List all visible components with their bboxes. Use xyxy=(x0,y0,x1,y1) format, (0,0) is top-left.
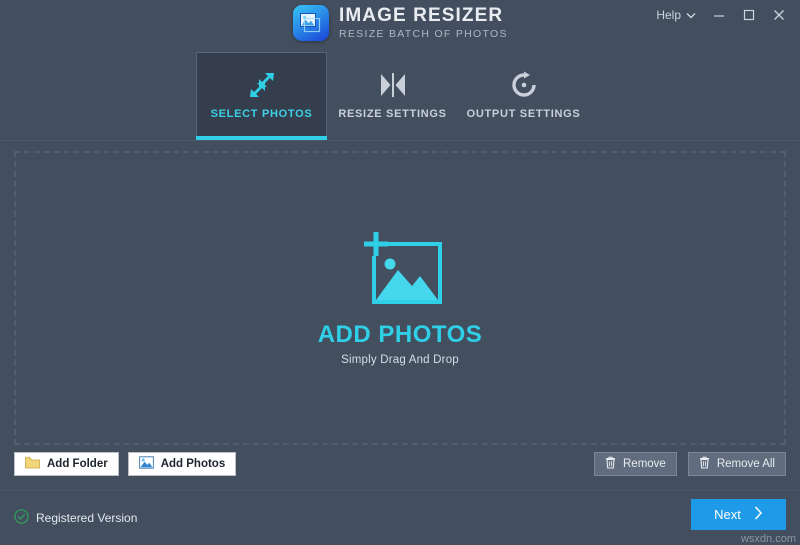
tab-select-photos[interactable]: SELECT PHOTOS xyxy=(196,52,327,137)
remove-all-label: Remove All xyxy=(716,458,775,470)
photo-drop-zone[interactable]: ADD PHOTOS Simply Drag And Drop xyxy=(14,151,786,445)
add-folder-button[interactable]: Add Folder xyxy=(14,452,119,476)
tab-bar: SELECT PHOTOS RESIZE SETTINGS OUTPUT SET… xyxy=(0,52,800,141)
remove-all-button[interactable]: Remove All xyxy=(687,452,786,476)
minimize-icon xyxy=(713,10,725,20)
brand: IMAGE RESIZER RESIZE BATCH OF PHOTOS xyxy=(293,5,508,41)
drop-zone-subtitle: Simply Drag And Drop xyxy=(341,354,459,366)
maximize-icon xyxy=(743,9,755,21)
next-label: Next xyxy=(714,507,741,522)
tab-output-settings[interactable]: OUTPUT SETTINGS xyxy=(458,52,589,138)
window-controls: Help xyxy=(648,0,794,30)
tab-list: SELECT PHOTOS RESIZE SETTINGS OUTPUT SET… xyxy=(196,52,589,138)
help-menu-button[interactable]: Help xyxy=(648,2,704,28)
add-photos-label: Add Photos xyxy=(160,458,226,470)
close-icon xyxy=(773,9,785,21)
image-resizer-logo-icon xyxy=(293,5,329,41)
trash-icon xyxy=(605,456,616,472)
chevron-down-icon xyxy=(686,8,696,22)
check-circle-icon xyxy=(14,509,29,527)
active-tab-indicator xyxy=(196,136,327,140)
chevron-right-icon xyxy=(754,506,763,523)
add-folder-label: Add Folder xyxy=(47,458,108,470)
trash-icon xyxy=(699,456,710,472)
remove-label: Remove xyxy=(623,458,666,470)
folder-icon xyxy=(25,456,40,472)
tab-label: SELECT PHOTOS xyxy=(210,108,313,120)
image-resizer-window: IMAGE RESIZER RESIZE BATCH OF PHOTOS Hel… xyxy=(0,0,800,545)
drop-zone-title: ADD PHOTOS xyxy=(317,321,483,348)
resize-arrows-icon xyxy=(248,70,276,100)
photo-icon xyxy=(138,456,154,472)
bowtie-resize-icon xyxy=(379,70,407,100)
title-bar: IMAGE RESIZER RESIZE BATCH OF PHOTOS Hel… xyxy=(0,0,800,52)
minimize-button[interactable] xyxy=(704,2,734,28)
close-button[interactable] xyxy=(764,2,794,28)
footer-bar: Registered Version Next wsxdn.com xyxy=(0,490,800,545)
watermark: wsxdn.com xyxy=(740,533,796,545)
app-title: IMAGE RESIZER xyxy=(339,5,504,27)
tab-label: RESIZE SETTINGS xyxy=(338,108,447,120)
brand-text: IMAGE RESIZER RESIZE BATCH OF PHOTOS xyxy=(339,6,508,40)
maximize-button[interactable] xyxy=(734,2,764,28)
action-row: Add Folder Add Photos Remove Remove All xyxy=(14,451,786,477)
main-content: ADD PHOTOS Simply Drag And Drop Add Fold… xyxy=(0,141,800,490)
status-badge: Registered Version xyxy=(36,511,138,525)
add-photos-button[interactable]: Add Photos xyxy=(127,452,237,476)
tab-resize-settings[interactable]: RESIZE SETTINGS xyxy=(327,52,458,138)
registration-status: Registered Version xyxy=(14,509,137,527)
help-label: Help xyxy=(656,8,681,22)
remove-button[interactable]: Remove xyxy=(594,452,677,476)
next-button[interactable]: Next xyxy=(691,499,786,530)
tab-label: OUTPUT SETTINGS xyxy=(466,108,581,120)
app-subtitle: RESIZE BATCH OF PHOTOS xyxy=(339,28,508,41)
refresh-circle-icon xyxy=(510,70,538,100)
add-photo-frame-icon xyxy=(354,230,446,313)
